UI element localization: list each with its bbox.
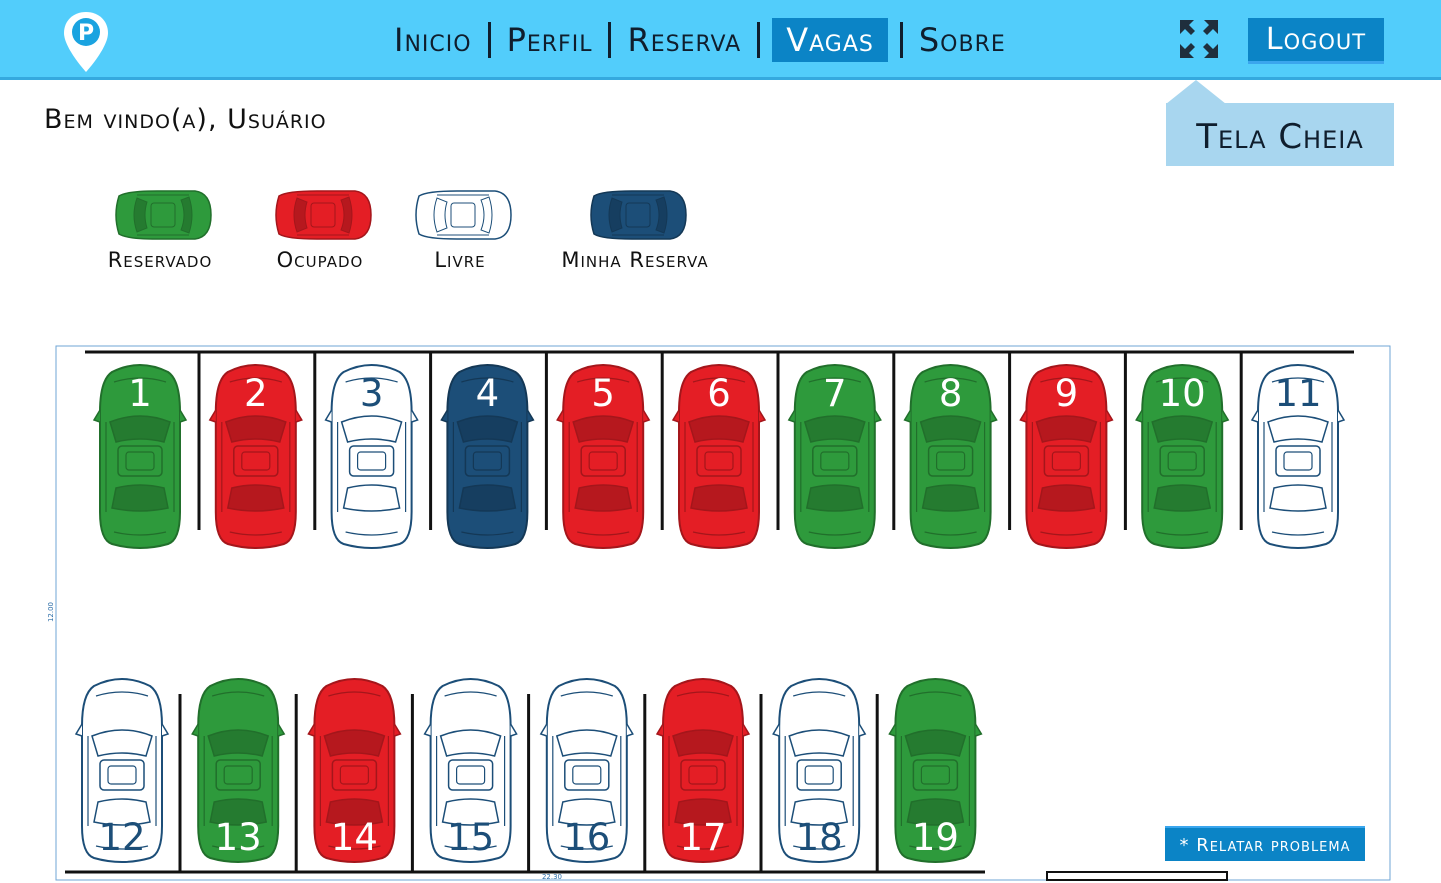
spot-number-15: 15 [447, 816, 494, 859]
height-dimension: 12.00 [47, 602, 55, 622]
spot-number-11: 11 [1274, 372, 1321, 415]
spot-number-6: 6 [707, 372, 731, 415]
spot-number-9: 9 [1055, 372, 1079, 415]
spot-number-7: 7 [823, 372, 847, 415]
spot-number-13: 13 [215, 816, 262, 859]
parking-lot-map: 12.00 22.30 1 2 3 4 5 6 7 8 9 10 1112 13 14 15 16 17 18 1… [47, 345, 1391, 881]
spot-number-12: 12 [98, 816, 145, 859]
spot-number-2: 2 [244, 372, 268, 415]
spot-number-8: 8 [939, 372, 963, 415]
spot-number-5: 5 [591, 372, 615, 415]
spot-number-19: 19 [912, 816, 959, 859]
spot-number-1: 1 [128, 372, 152, 415]
spot-number-10: 10 [1159, 372, 1206, 415]
report-problem-button[interactable]: * Relatar problema [1165, 826, 1365, 861]
entrance-gate [1046, 871, 1228, 881]
spot-number-17: 17 [679, 816, 726, 859]
spot-number-18: 18 [796, 816, 843, 859]
spot-number-14: 14 [331, 816, 378, 859]
spot-number-4: 4 [476, 372, 500, 415]
width-dimension: 22.30 [542, 873, 562, 881]
spot-number-3: 3 [360, 372, 384, 415]
spot-number-16: 16 [563, 816, 610, 859]
